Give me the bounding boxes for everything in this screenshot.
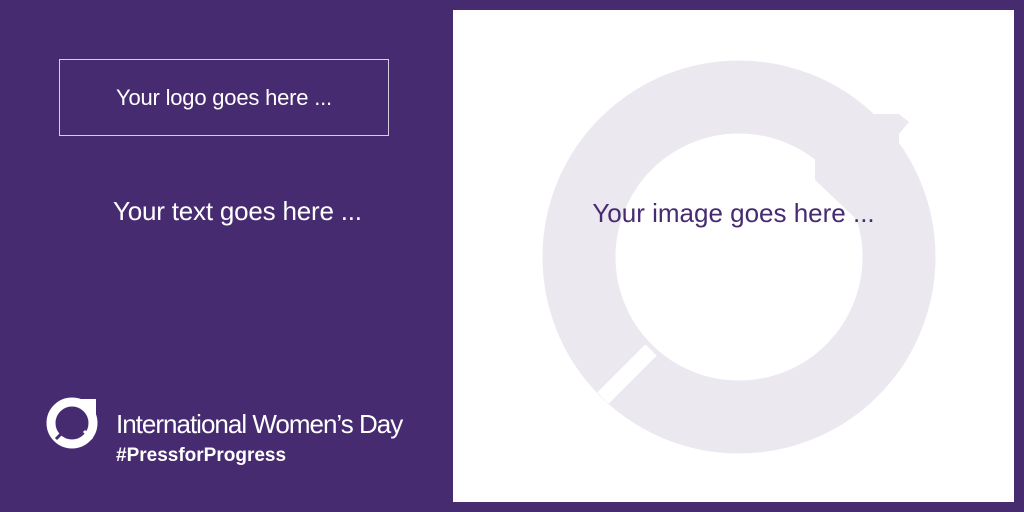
image-placeholder-text: Your image goes here ... (592, 198, 875, 228)
image-placeholder-panel: Your image goes here ... (453, 10, 1014, 502)
iwd-hashtag: #PressforProgress (116, 445, 287, 466)
iwd-symbol-icon (46, 397, 98, 449)
text-placeholder: Your text goes here ... (113, 196, 362, 226)
logo-placeholder-box: Your logo goes here ... (59, 59, 389, 136)
iwd-title: International Women’s Day (116, 409, 403, 439)
iwd-branding: International Women’s Day #PressforProgr… (44, 393, 424, 473)
iwd-watermark-icon (542, 60, 936, 454)
logo-placeholder-text: Your logo goes here ... (116, 84, 332, 110)
